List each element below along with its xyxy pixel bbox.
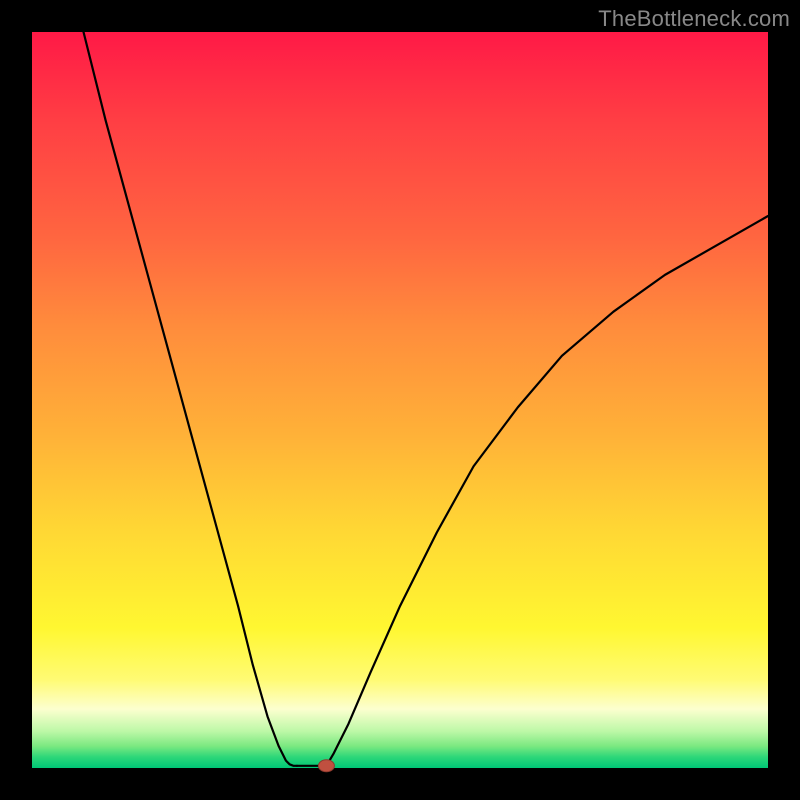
chart-frame: TheBottleneck.com	[0, 0, 800, 800]
right-curve	[326, 216, 768, 766]
plot-area	[32, 32, 768, 768]
chart-svg	[32, 32, 768, 768]
left-curve	[84, 32, 297, 766]
minimum-marker	[318, 760, 334, 772]
watermark-text: TheBottleneck.com	[598, 6, 790, 32]
